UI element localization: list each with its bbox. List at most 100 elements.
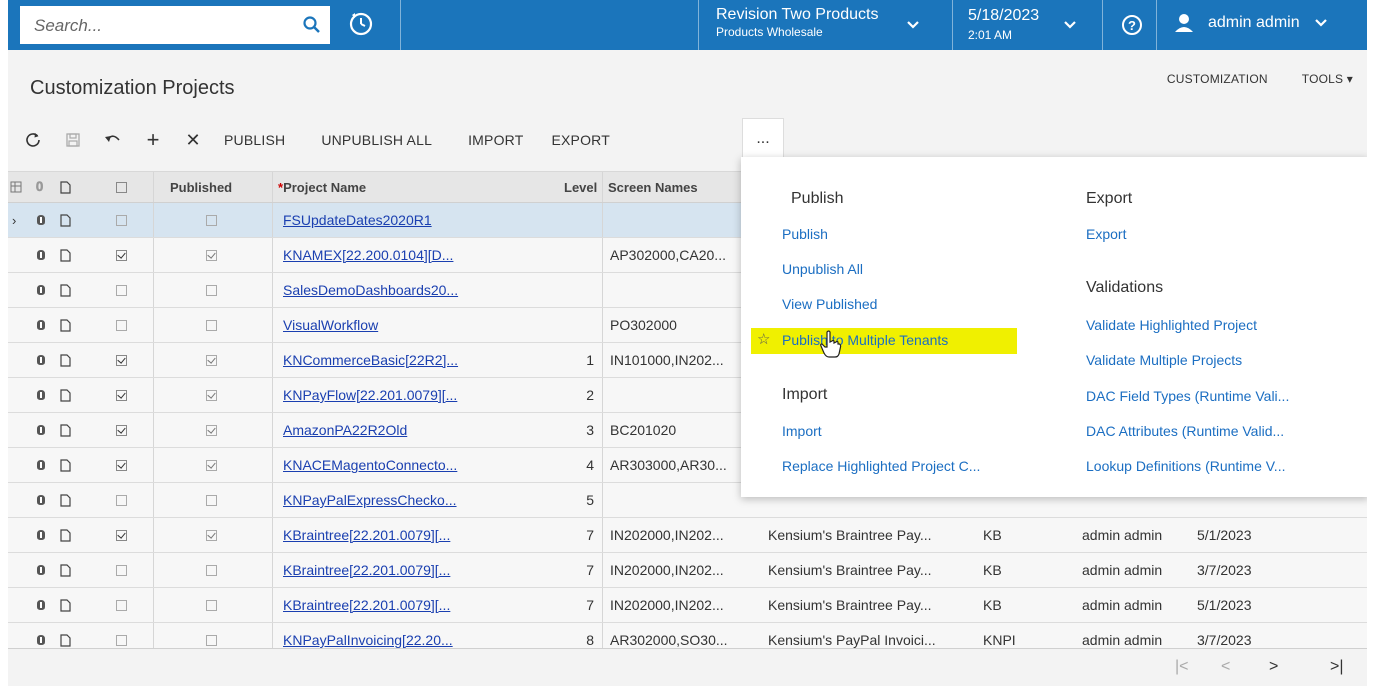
- last-page-button[interactable]: >|: [1330, 658, 1344, 676]
- menu-item-replace-project[interactable]: Replace Highlighted Project C...: [782, 458, 980, 474]
- menu-item-export[interactable]: Export: [1086, 226, 1126, 242]
- column-project-name[interactable]: * Project Name: [278, 172, 478, 202]
- file-icon[interactable]: [60, 448, 74, 482]
- row-expand-icon[interactable]: ›: [12, 203, 22, 237]
- file-icon[interactable]: [60, 518, 74, 552]
- project-name-link[interactable]: KBraintree[22.201.0079][...: [283, 588, 523, 622]
- row-select-checkbox[interactable]: [116, 378, 130, 412]
- project-name-link[interactable]: KNPayPalExpressChecko...: [283, 483, 523, 517]
- menu-item-view-published[interactable]: View Published: [782, 296, 877, 312]
- export-button[interactable]: EXPORT: [551, 132, 610, 148]
- paperclip-icon[interactable]: [36, 483, 50, 517]
- paperclip-icon[interactable]: [36, 308, 50, 342]
- row-select-checkbox[interactable]: [116, 553, 130, 587]
- undo-icon[interactable]: [104, 131, 122, 149]
- file-icon[interactable]: [60, 238, 74, 272]
- row-select-checkbox[interactable]: [116, 343, 130, 377]
- time-text: 2:01 AM: [968, 28, 1013, 42]
- paperclip-icon[interactable]: [36, 343, 50, 377]
- publish-button[interactable]: PUBLISH: [224, 132, 285, 148]
- menu-item-lookup-definitions[interactable]: Lookup Definitions (Runtime V...: [1086, 458, 1285, 474]
- paperclip-icon[interactable]: [36, 518, 50, 552]
- column-level[interactable]: Level: [564, 172, 604, 202]
- next-page-button[interactable]: >: [1269, 658, 1278, 676]
- paperclip-icon[interactable]: [36, 378, 50, 412]
- search-icon[interactable]: [302, 15, 322, 35]
- file-icon[interactable]: [60, 553, 74, 587]
- search-box[interactable]: [20, 6, 330, 44]
- project-name-link[interactable]: KBraintree[22.201.0079][...: [283, 553, 523, 587]
- table-row[interactable]: KBraintree[22.201.0079][... 7 IN202000,IN2…: [8, 518, 1367, 553]
- company-selector[interactable]: Revision Two Products Products Wholesale: [716, 7, 878, 39]
- column-published[interactable]: Published: [170, 172, 260, 202]
- menu-item-import[interactable]: Import: [782, 423, 822, 439]
- refresh-icon[interactable]: [24, 131, 42, 149]
- row-select-checkbox[interactable]: [116, 308, 130, 342]
- project-name-link[interactable]: KBraintree[22.201.0079][...: [283, 518, 523, 552]
- column-screen-names[interactable]: Screen Names: [608, 172, 728, 202]
- delete-icon[interactable]: ✕: [184, 130, 202, 150]
- menu-item-publish[interactable]: Publish: [782, 226, 828, 242]
- user-menu[interactable]: admin admin: [1174, 13, 1328, 33]
- project-name-link[interactable]: KNAMEX[22.200.0104][D...: [283, 238, 523, 272]
- file-icon[interactable]: [60, 483, 74, 517]
- paperclip-icon[interactable]: [36, 588, 50, 622]
- paperclip-icon[interactable]: [36, 413, 50, 447]
- customization-menu[interactable]: CUSTOMIZATION: [1167, 72, 1268, 86]
- project-name-link[interactable]: KNACEMagentoConnecto...: [283, 448, 523, 482]
- paperclip-icon[interactable]: [36, 553, 50, 587]
- paperclip-icon[interactable]: [36, 448, 50, 482]
- row-select-checkbox[interactable]: [116, 413, 130, 447]
- project-name-link[interactable]: AmazonPA22R2Old: [283, 413, 523, 447]
- project-name-link[interactable]: VisualWorkflow: [283, 308, 523, 342]
- history-icon[interactable]: [346, 9, 376, 39]
- tools-menu[interactable]: TOOLS ▾: [1302, 72, 1353, 86]
- save-icon[interactable]: [64, 131, 82, 149]
- chevron-down-icon[interactable]: [906, 20, 920, 30]
- table-row[interactable]: KBraintree[22.201.0079][... 7 IN202000,IN2…: [8, 588, 1367, 623]
- file-icon[interactable]: [60, 203, 74, 237]
- select-all-checkbox[interactable]: [116, 172, 130, 202]
- menu-item-publish-multiple-tenants[interactable]: Publish to Multiple Tenants: [782, 332, 948, 348]
- table-row[interactable]: KBraintree[22.201.0079][... 7 IN202000,IN2…: [8, 553, 1367, 588]
- checkbox-icon: [206, 214, 217, 226]
- help-icon[interactable]: ?: [1121, 14, 1143, 36]
- star-icon[interactable]: ☆: [757, 330, 770, 348]
- paperclip-icon[interactable]: [36, 203, 50, 237]
- file-icon[interactable]: [60, 273, 74, 307]
- file-icon[interactable]: [60, 588, 74, 622]
- row-select-checkbox[interactable]: [116, 588, 130, 622]
- more-actions-button[interactable]: ...: [742, 118, 784, 158]
- add-icon[interactable]: +: [144, 127, 162, 152]
- menu-item-validate-highlighted[interactable]: Validate Highlighted Project: [1086, 317, 1257, 333]
- unpublish-all-button[interactable]: UNPUBLISH ALL: [321, 132, 432, 148]
- project-name-link[interactable]: SalesDemoDashboards20...: [283, 273, 523, 307]
- search-input[interactable]: [32, 14, 296, 38]
- row-select-checkbox[interactable]: [116, 483, 130, 517]
- menu-header-export: Export: [1086, 190, 1133, 207]
- chevron-down-icon[interactable]: [1063, 20, 1077, 30]
- file-icon[interactable]: [60, 378, 74, 412]
- business-date[interactable]: 5/18/2023 2:01 AM: [968, 7, 1039, 42]
- prev-page-button[interactable]: <: [1221, 658, 1230, 676]
- project-name-link[interactable]: FSUpdateDates2020R1: [283, 203, 523, 237]
- row-select-checkbox[interactable]: [116, 203, 130, 237]
- menu-item-dac-field-types[interactable]: DAC Field Types (Runtime Vali...: [1086, 388, 1289, 404]
- file-icon[interactable]: [60, 413, 74, 447]
- menu-item-dac-attributes[interactable]: DAC Attributes (Runtime Valid...: [1086, 423, 1284, 439]
- menu-item-validate-multiple[interactable]: Validate Multiple Projects: [1086, 352, 1242, 368]
- menu-item-unpublish-all[interactable]: Unpublish All: [782, 261, 863, 277]
- row-select-checkbox[interactable]: [116, 273, 130, 307]
- file-icon[interactable]: [60, 308, 74, 342]
- row-select-checkbox[interactable]: [116, 448, 130, 482]
- project-name-link[interactable]: KNCommerceBasic[22R2]...: [283, 343, 523, 377]
- import-button[interactable]: IMPORT: [468, 132, 523, 148]
- paperclip-icon[interactable]: [36, 273, 50, 307]
- project-name-link[interactable]: KNPayFlow[22.201.0079][...: [283, 378, 523, 412]
- row-select-checkbox[interactable]: [116, 238, 130, 272]
- columns-settings-icon[interactable]: [10, 172, 24, 202]
- file-icon[interactable]: [60, 343, 74, 377]
- row-select-checkbox[interactable]: [116, 518, 130, 552]
- paperclip-icon[interactable]: [36, 238, 50, 272]
- first-page-button[interactable]: |<: [1175, 658, 1189, 676]
